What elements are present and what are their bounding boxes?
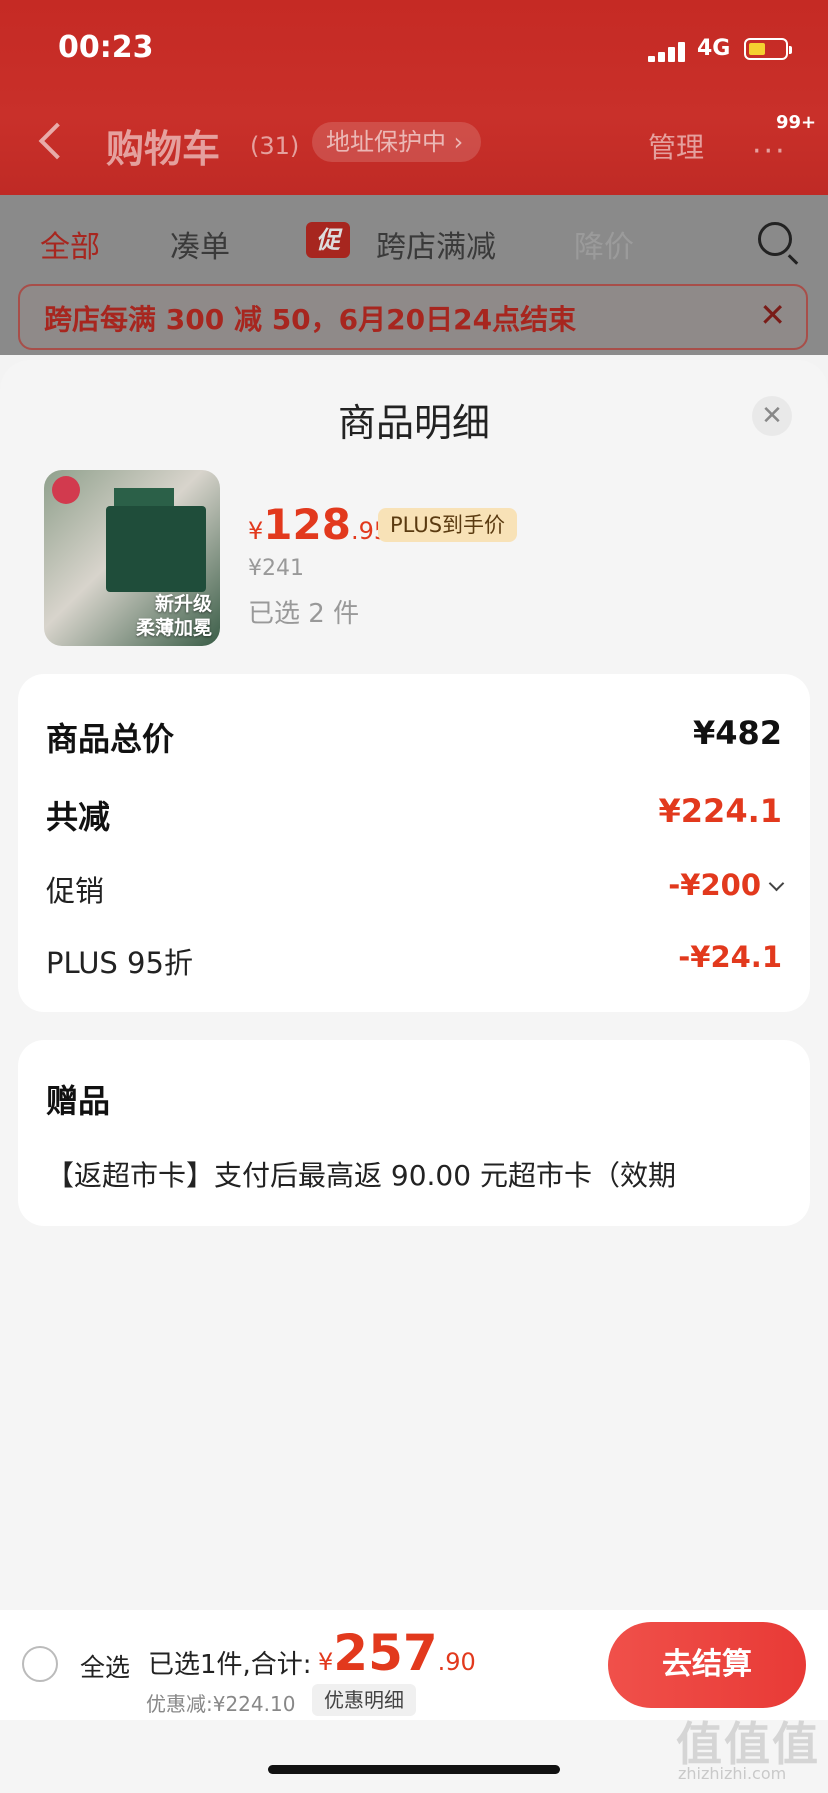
original-price: ¥241 <box>248 556 304 581</box>
cart-title: 购物车 <box>106 127 221 171</box>
battery-icon <box>744 38 792 60</box>
tab-price-drop[interactable]: 降价 <box>574 222 634 266</box>
caption-line-1: 新升级 <box>154 593 212 615</box>
checkout-button[interactable]: 去结算 <box>608 1622 806 1708</box>
product-box <box>106 506 206 592</box>
home-indicator <box>268 1765 560 1774</box>
message-badge: 99+ <box>776 112 817 133</box>
select-all-label[interactable]: 全选 <box>80 1648 130 1684</box>
network-label: 4G <box>697 36 731 61</box>
manage-button[interactable]: 管理 <box>648 126 704 166</box>
total-price-label: 商品总价 <box>46 720 175 758</box>
product-image[interactable]: 新升级 柔薄加冕 <box>44 470 220 646</box>
watermark-url: zhizhizhi.com <box>678 1764 787 1783</box>
price-integer: 128 <box>263 500 351 549</box>
gift-title: 赠品 <box>46 1082 111 1120</box>
status-bar: 00:23 4G <box>0 30 828 74</box>
search-icon[interactable] <box>758 222 792 256</box>
plus-discount-label: PLUS 95折 <box>46 946 193 980</box>
promo-value[interactable]: -¥200 <box>668 868 785 902</box>
total-currency: ¥ <box>318 1648 334 1676</box>
promo-banner-text: 跨店每满 300 减 50，6月20日24点结束 <box>44 303 577 336</box>
back-arrow-icon[interactable] <box>38 122 76 160</box>
total-decimal: .90 <box>437 1648 476 1676</box>
sheet-title: 商品明细 <box>337 401 490 445</box>
cart-count: (31) <box>250 132 300 160</box>
selected-quantity: 已选 2 件 <box>248 599 360 629</box>
close-icon[interactable]: ✕ <box>752 396 792 436</box>
tab-all[interactable]: 全部 <box>40 222 100 266</box>
plus-discount-value: -¥24.1 <box>678 940 782 974</box>
promo-banner: 跨店每满 300 减 50，6月20日24点结束 ✕ <box>18 284 808 350</box>
product-price: ¥128.95 <box>248 500 389 549</box>
product-image-caption: 新升级 柔薄加冕 <box>136 592 212 640</box>
promo-tag-icon: 促 <box>306 222 350 258</box>
gift-text: 【返超市卡】支付后最高返 90.00 元超市卡（效期 <box>46 1159 676 1192</box>
total-reduce-value: ¥224.1 <box>658 792 782 830</box>
price-summary-card: 商品总价 ¥482 共减 ¥224.1 促销 -¥200 PLUS 95折 -¥… <box>18 674 810 1012</box>
chevron-down-icon <box>768 875 785 892</box>
total-payable: ¥257.90 <box>318 1624 476 1682</box>
gift-card: 赠品 【返超市卡】支付后最高返 90.00 元超市卡（效期 <box>18 1040 810 1226</box>
banner-close-icon[interactable]: ✕ <box>759 296 786 334</box>
cart-navbar: 购物车 (31) 地址保护中 › 管理 ··· 99+ <box>0 112 828 178</box>
discount-amount: 优惠减:¥224.10 <box>146 1692 296 1716</box>
signal-icon <box>648 42 688 62</box>
discount-detail-button[interactable]: 优惠明细 <box>312 1684 416 1716</box>
promo-label: 促销 <box>46 874 105 908</box>
brand-logo-icon <box>52 476 80 504</box>
summary-label: 已选1件,合计: <box>148 1650 312 1680</box>
tab-cross-store-discount[interactable]: 跨店满减 <box>376 222 496 266</box>
tab-bundle[interactable]: 凑单 <box>170 222 230 266</box>
status-time: 00:23 <box>58 30 154 65</box>
price-currency: ¥ <box>248 517 264 545</box>
total-price-value: ¥482 <box>692 714 782 752</box>
plus-price-tag: PLUS到手价 <box>378 508 518 542</box>
select-all-radio[interactable] <box>22 1646 58 1682</box>
promo-value-text: -¥200 <box>668 868 761 902</box>
caption-line-2: 柔薄加冕 <box>135 617 212 639</box>
more-icon[interactable]: ··· <box>752 134 787 169</box>
total-integer: 257 <box>333 1624 438 1682</box>
total-reduce-label: 共减 <box>46 798 111 836</box>
address-protection-pill[interactable]: 地址保护中 › <box>312 122 482 162</box>
